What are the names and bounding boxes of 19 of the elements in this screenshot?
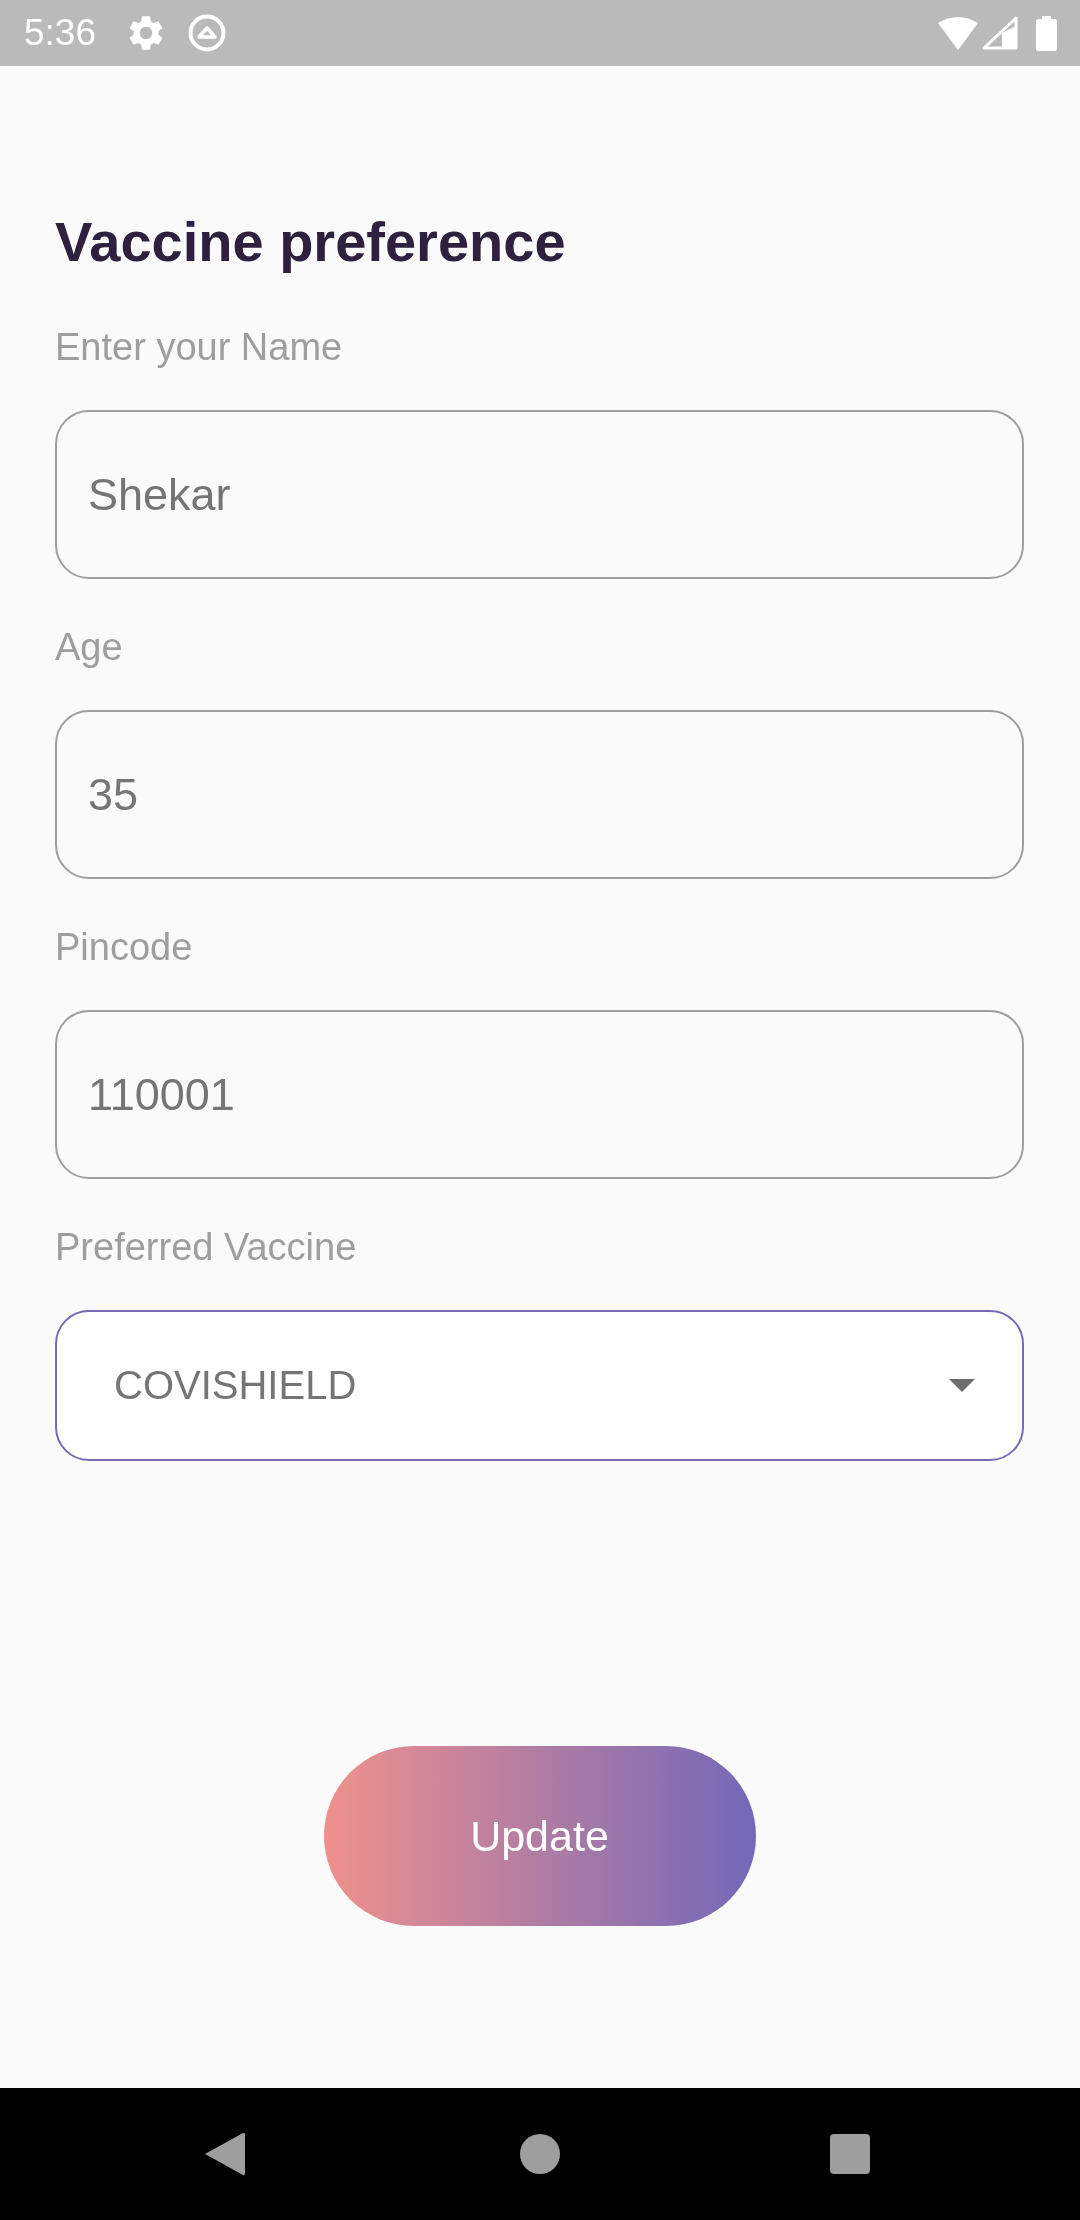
battery-icon [1036, 15, 1057, 51]
form-title: Vaccine preference [55, 209, 567, 275]
text-field[interactable]: Shekar [55, 410, 1024, 579]
text-field[interactable]: 110001 [55, 1010, 1024, 1179]
text-field[interactable]: 35 [55, 710, 1024, 879]
status-time: 5:36 [24, 12, 96, 54]
back-icon[interactable] [205, 2132, 245, 2176]
signal-icon [982, 16, 1018, 50]
field-label: Age [55, 625, 124, 670]
field-label: Enter your Name [55, 325, 344, 370]
update-button[interactable]: Update [323, 1746, 756, 1926]
ring-icon [188, 14, 226, 52]
field-label: Preferred Vaccine [55, 1225, 358, 1270]
settings-icon [129, 16, 163, 50]
field-label: Pincode [55, 925, 194, 970]
home-icon[interactable] [520, 2134, 560, 2174]
dropdown-field[interactable]: COVISHIELD [55, 1310, 1024, 1461]
caret-icon [949, 1379, 975, 1392]
wifi-icon [938, 16, 978, 50]
